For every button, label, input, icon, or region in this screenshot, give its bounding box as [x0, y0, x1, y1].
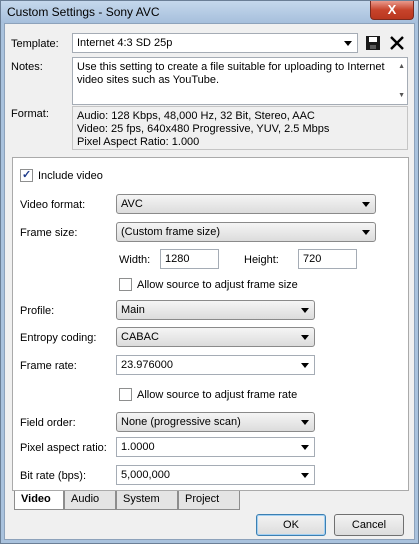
allow-frame-size-checkbox[interactable] — [119, 278, 132, 291]
allow-frame-size-label: Allow source to adjust frame size — [137, 279, 298, 291]
chevron-down-icon — [344, 41, 352, 46]
entropy-coding-dropdown[interactable]: CABAC — [116, 327, 315, 347]
frame-size-dropdown[interactable]: (Custom frame size) — [116, 222, 376, 242]
cancel-button[interactable]: Cancel — [334, 514, 404, 536]
chevron-down-icon — [301, 308, 309, 313]
pixel-aspect-ratio-value: 1.0000 — [121, 441, 155, 453]
format-video-line: Video: 25 fps, 640x480 Progressive, YUV,… — [77, 123, 330, 135]
include-video-label: Include video — [38, 170, 103, 182]
field-order-value: None (progressive scan) — [121, 416, 241, 428]
video-format-label: Video format: — [20, 199, 86, 211]
chevron-down-icon — [362, 202, 370, 207]
tab-system[interactable]: System — [116, 491, 178, 510]
close-icon: X — [387, 2, 397, 17]
title-bar[interactable]: Custom Settings - Sony AVC X — [1, 1, 418, 23]
field-order-label: Field order: — [20, 417, 76, 429]
height-label: Height: — [244, 254, 279, 266]
video-format-value: AVC — [121, 198, 143, 210]
tab-audio[interactable]: Audio — [64, 491, 116, 510]
entropy-coding-label: Entropy coding: — [20, 332, 97, 344]
width-label: Width: — [119, 254, 151, 266]
window-title: Custom Settings - Sony AVC — [7, 5, 160, 19]
window-close-button[interactable]: X — [370, 1, 414, 20]
format-audio-line: Audio: 128 Kbps, 48,000 Hz, 32 Bit, Ster… — [77, 110, 315, 122]
frame-rate-combo[interactable]: 23.976000 — [116, 355, 315, 375]
frame-size-value: (Custom frame size) — [121, 226, 221, 238]
tab-video-label: Video — [21, 493, 51, 505]
field-order-dropdown[interactable]: None (progressive scan) — [116, 412, 315, 432]
height-value: 720 — [303, 253, 322, 265]
tab-project[interactable]: Project — [178, 491, 240, 510]
chevron-down-icon — [301, 445, 309, 450]
width-field[interactable]: 1280 — [160, 249, 219, 269]
video-settings-panel: Include video Video format: AVC Frame si… — [12, 157, 409, 491]
chevron-down-icon — [301, 420, 309, 425]
custom-settings-window: Custom Settings - Sony AVC X Template: I… — [0, 0, 419, 544]
profile-dropdown[interactable]: Main — [116, 300, 315, 320]
height-field[interactable]: 720 — [298, 249, 357, 269]
notes-textarea[interactable]: Use this setting to create a file suitab… — [72, 57, 408, 105]
save-template-icon[interactable] — [365, 35, 381, 51]
chevron-down-icon — [301, 363, 309, 368]
chevron-down-icon — [301, 473, 309, 478]
notes-text: Use this setting to create a file suitab… — [77, 61, 385, 86]
template-value: Internet 4:3 SD 25p — [77, 37, 173, 49]
notes-label: Notes: — [11, 61, 43, 73]
bit-rate-label: Bit rate (bps): — [20, 470, 87, 482]
format-par-line: Pixel Aspect Ratio: 1.000 — [77, 136, 200, 148]
chevron-down-icon — [301, 335, 309, 340]
frame-rate-label: Frame rate: — [20, 360, 77, 372]
delete-template-icon[interactable] — [389, 35, 405, 51]
template-label: Template: — [11, 38, 59, 50]
include-video-checkbox[interactable] — [20, 168, 33, 182]
ok-button-label: OK — [283, 519, 299, 531]
bit-rate-value: 5,000,000 — [121, 469, 170, 481]
tab-video[interactable]: Video — [14, 491, 64, 510]
pixel-aspect-ratio-combo[interactable]: 1.0000 — [116, 437, 315, 457]
chevron-down-icon — [362, 230, 370, 235]
entropy-coding-value: CABAC — [121, 331, 159, 343]
bit-rate-combo[interactable]: 5,000,000 — [116, 465, 315, 485]
format-summary: Audio: 128 Kbps, 48,000 Hz, 32 Bit, Ster… — [72, 106, 408, 150]
profile-label: Profile: — [20, 305, 55, 317]
scroll-down-icon[interactable]: ▼ — [398, 89, 405, 102]
width-value: 1280 — [165, 253, 190, 265]
frame-rate-value: 23.976000 — [121, 359, 173, 371]
scroll-up-icon[interactable]: ▲ — [398, 60, 405, 73]
tab-system-label: System — [123, 493, 160, 505]
template-dropdown[interactable]: Internet 4:3 SD 25p — [72, 33, 358, 53]
tab-project-label: Project — [185, 493, 220, 505]
dialog-body: Template: Internet 4:3 SD 25p Notes: Use… — [4, 23, 415, 540]
cancel-button-label: Cancel — [351, 519, 387, 531]
frame-size-label: Frame size: — [20, 227, 78, 239]
tab-audio-label: Audio — [71, 493, 100, 505]
ok-button[interactable]: OK — [256, 514, 326, 536]
allow-frame-rate-checkbox[interactable] — [119, 388, 132, 401]
format-label: Format: — [11, 108, 49, 120]
pixel-aspect-ratio-label: Pixel aspect ratio: — [20, 442, 107, 454]
allow-frame-rate-label: Allow source to adjust frame rate — [137, 389, 298, 401]
profile-value: Main — [121, 304, 145, 316]
video-format-dropdown[interactable]: AVC — [116, 194, 376, 214]
